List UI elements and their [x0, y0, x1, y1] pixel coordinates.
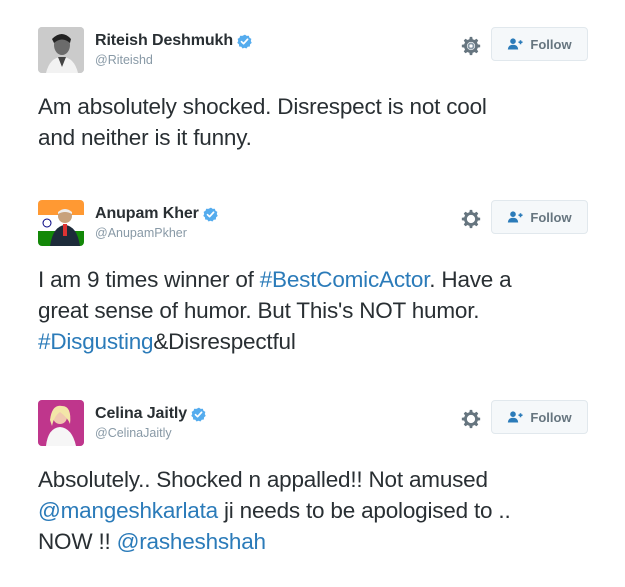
tweet-text-line: Am absolutely shocked. Disrespect is not… [38, 94, 487, 119]
gear-icon[interactable] [460, 408, 482, 430]
follow-person-icon [508, 211, 523, 223]
tweet-text-segment: ji needs to be apologised to .. [217, 498, 511, 523]
follow-button[interactable]: Follow [491, 27, 588, 61]
author-name-row[interactable]: Riteish Deshmukh [95, 31, 252, 51]
handle[interactable]: @CelinaJaitly [95, 426, 172, 440]
verified-badge-icon [191, 407, 206, 422]
tweet-text-segment: I am 9 times winner of [38, 267, 260, 292]
tweet-text-line: and neither is it funny. [38, 125, 252, 150]
tweet-riteish: Riteish Deshmukh @Riteishd Follow Am abs… [0, 27, 625, 157]
verified-badge-icon [203, 207, 218, 222]
gear-icon[interactable] [460, 208, 482, 230]
display-name[interactable]: Anupam Kher [95, 205, 199, 223]
tweet-text: Am absolutely shocked. Disrespect is not… [38, 91, 598, 153]
tweet-text-segment: . Have a [429, 267, 512, 292]
avatar[interactable] [38, 200, 84, 246]
hashtag-link[interactable]: #BestComicActor [260, 267, 430, 292]
follow-label: Follow [530, 36, 572, 52]
tweet-text-line: Absolutely.. Shocked n appalled!! Not am… [38, 467, 488, 492]
mention-link[interactable]: @mangeshkarlata [38, 498, 218, 523]
follow-label: Follow [530, 409, 572, 425]
follow-person-icon [508, 38, 523, 50]
follow-button[interactable]: Follow [491, 200, 588, 234]
tweet-text-segment: &Disrespectful [153, 329, 296, 354]
tweet-text-line: NOW !! @rasheshshah [38, 526, 598, 557]
tweet-text-segment: NOW !! [38, 529, 117, 554]
avatar[interactable] [38, 400, 84, 446]
follow-person-icon [508, 411, 523, 423]
follow-label: Follow [530, 209, 572, 225]
tweet-text: I am 9 times winner of #BestComicActor. … [38, 264, 598, 357]
display-name[interactable]: Riteish Deshmukh [95, 32, 233, 50]
tweet-anupam: Anupam Kher @AnupamPkher Follow I am 9 t… [0, 200, 625, 360]
tweet-text-line: #Disgusting&Disrespectful [38, 326, 598, 357]
avatar[interactable] [38, 27, 84, 73]
verified-badge-icon [237, 34, 252, 49]
tweet-text-line: @mangeshkarlata ji needs to be apologise… [38, 495, 598, 526]
gear-icon[interactable] [460, 35, 482, 57]
hashtag-link[interactable]: #Disgusting [38, 329, 154, 354]
follow-button[interactable]: Follow [491, 400, 588, 434]
author-name-row[interactable]: Celina Jaitly [95, 404, 206, 424]
mention-link[interactable]: @rasheshshah [117, 529, 266, 554]
tweet-text: Absolutely.. Shocked n appalled!! Not am… [38, 464, 598, 557]
handle[interactable]: @Riteishd [95, 53, 153, 67]
tweet-text-line: I am 9 times winner of #BestComicActor. … [38, 264, 598, 295]
display-name[interactable]: Celina Jaitly [95, 405, 187, 423]
tweet-text-line: great sense of humor. But This's NOT hum… [38, 298, 480, 323]
tweet-celina: Celina Jaitly @CelinaJaitly Follow Absol… [0, 400, 625, 570]
handle[interactable]: @AnupamPkher [95, 226, 187, 240]
author-name-row[interactable]: Anupam Kher [95, 204, 218, 224]
